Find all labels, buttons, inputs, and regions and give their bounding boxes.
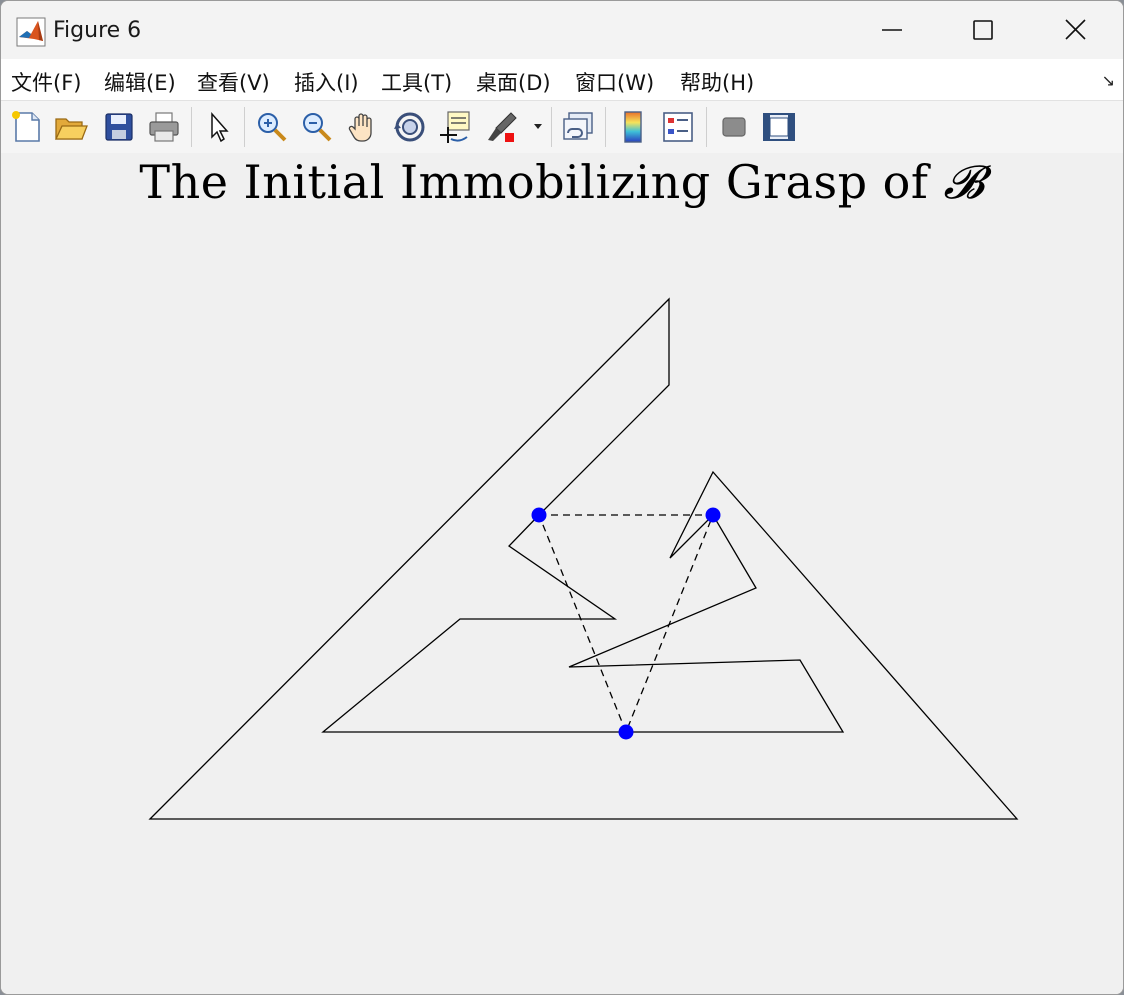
insert-colorbar-button[interactable] xyxy=(615,109,651,145)
open-file-icon xyxy=(54,118,88,140)
menu-tools[interactable]: 工具(T) xyxy=(381,67,452,97)
figure-canvas[interactable]: The Initial Immobilizing Grasp of 𝓑 xyxy=(1,153,1123,994)
chevron-down-icon xyxy=(534,124,542,129)
menu-edit[interactable]: 编辑(E) xyxy=(104,67,176,97)
brush-dropdown-button[interactable] xyxy=(531,109,545,145)
menu-view[interactable]: 查看(V) xyxy=(197,67,270,97)
link-plot-icon xyxy=(563,112,593,140)
close-button[interactable] xyxy=(1030,1,1122,59)
pan-hand-icon xyxy=(348,113,372,142)
menu-help[interactable]: 帮助(H) xyxy=(680,67,754,97)
figure-toolbar xyxy=(1,100,1123,154)
data-cursor-icon xyxy=(440,111,470,143)
open-file-button[interactable] xyxy=(53,109,89,145)
show-plot-tools-button[interactable] xyxy=(761,109,797,145)
rotate-3d-button[interactable] xyxy=(392,109,428,145)
toolbar-separator xyxy=(191,107,192,147)
matlab-logo-icon xyxy=(16,17,46,47)
hide-plot-tools-icon xyxy=(722,117,746,137)
plot-axes[interactable] xyxy=(1,153,1123,994)
new-figure-button[interactable] xyxy=(9,109,45,145)
zoom-in-button[interactable] xyxy=(254,109,290,145)
contact-point-marker xyxy=(618,724,634,740)
colorbar-icon xyxy=(624,111,642,143)
hide-plot-tools-button[interactable] xyxy=(716,109,752,145)
object-outline-line xyxy=(148,297,1019,820)
maximize-icon xyxy=(973,20,993,40)
save-icon xyxy=(105,113,133,141)
grasp-triangle-line xyxy=(538,514,714,734)
brush-icon xyxy=(488,112,517,142)
menu-insert[interactable]: 插入(I) xyxy=(294,67,359,97)
contact-point-marker xyxy=(705,507,721,523)
toolbar-separator xyxy=(706,107,707,147)
zoom-out-button[interactable] xyxy=(299,109,335,145)
print-icon xyxy=(149,112,179,142)
window-title: Figure 6 xyxy=(53,18,142,43)
save-button[interactable] xyxy=(101,109,137,145)
title-bar[interactable]: Figure 6 xyxy=(1,1,1123,59)
edit-plot-arrow-icon xyxy=(211,112,229,143)
pan-button[interactable] xyxy=(346,109,382,145)
legend-icon xyxy=(663,112,693,142)
brush-button[interactable] xyxy=(485,109,521,145)
minimize-button[interactable] xyxy=(846,1,938,59)
insert-legend-button[interactable] xyxy=(660,109,696,145)
data-cursor-button[interactable] xyxy=(437,109,473,145)
toolbar-separator xyxy=(605,107,606,147)
rotate-3d-icon xyxy=(394,112,425,142)
menu-window[interactable]: 窗口(W) xyxy=(575,67,654,97)
menu-desktop[interactable]: 桌面(D) xyxy=(476,67,551,97)
menu-file[interactable]: 文件(F) xyxy=(11,67,81,97)
toolbar-separator xyxy=(244,107,245,147)
show-plot-tools-icon xyxy=(763,113,795,141)
dock-arrow-icon[interactable]: ↘ xyxy=(1102,71,1115,90)
minimize-icon xyxy=(882,29,902,31)
maximize-button[interactable] xyxy=(938,1,1030,59)
new-figure-icon xyxy=(12,111,40,142)
zoom-out-icon xyxy=(303,113,332,142)
contact-point-marker xyxy=(531,507,547,523)
link-plot-button[interactable] xyxy=(560,109,596,145)
edit-plot-button[interactable] xyxy=(201,109,237,145)
menu-bar: 文件(F) 编辑(E) 查看(V) 插入(I) 工具(T) 桌面(D) 窗口(W… xyxy=(1,59,1123,100)
toolbar-separator xyxy=(551,107,552,147)
figure-window: Figure 6 文件(F) 编辑(E) 查看(V) 插入(I) 工具(T) 桌… xyxy=(0,0,1124,995)
close-icon xyxy=(1065,19,1086,40)
print-button[interactable] xyxy=(146,109,182,145)
zoom-in-icon xyxy=(258,113,287,142)
